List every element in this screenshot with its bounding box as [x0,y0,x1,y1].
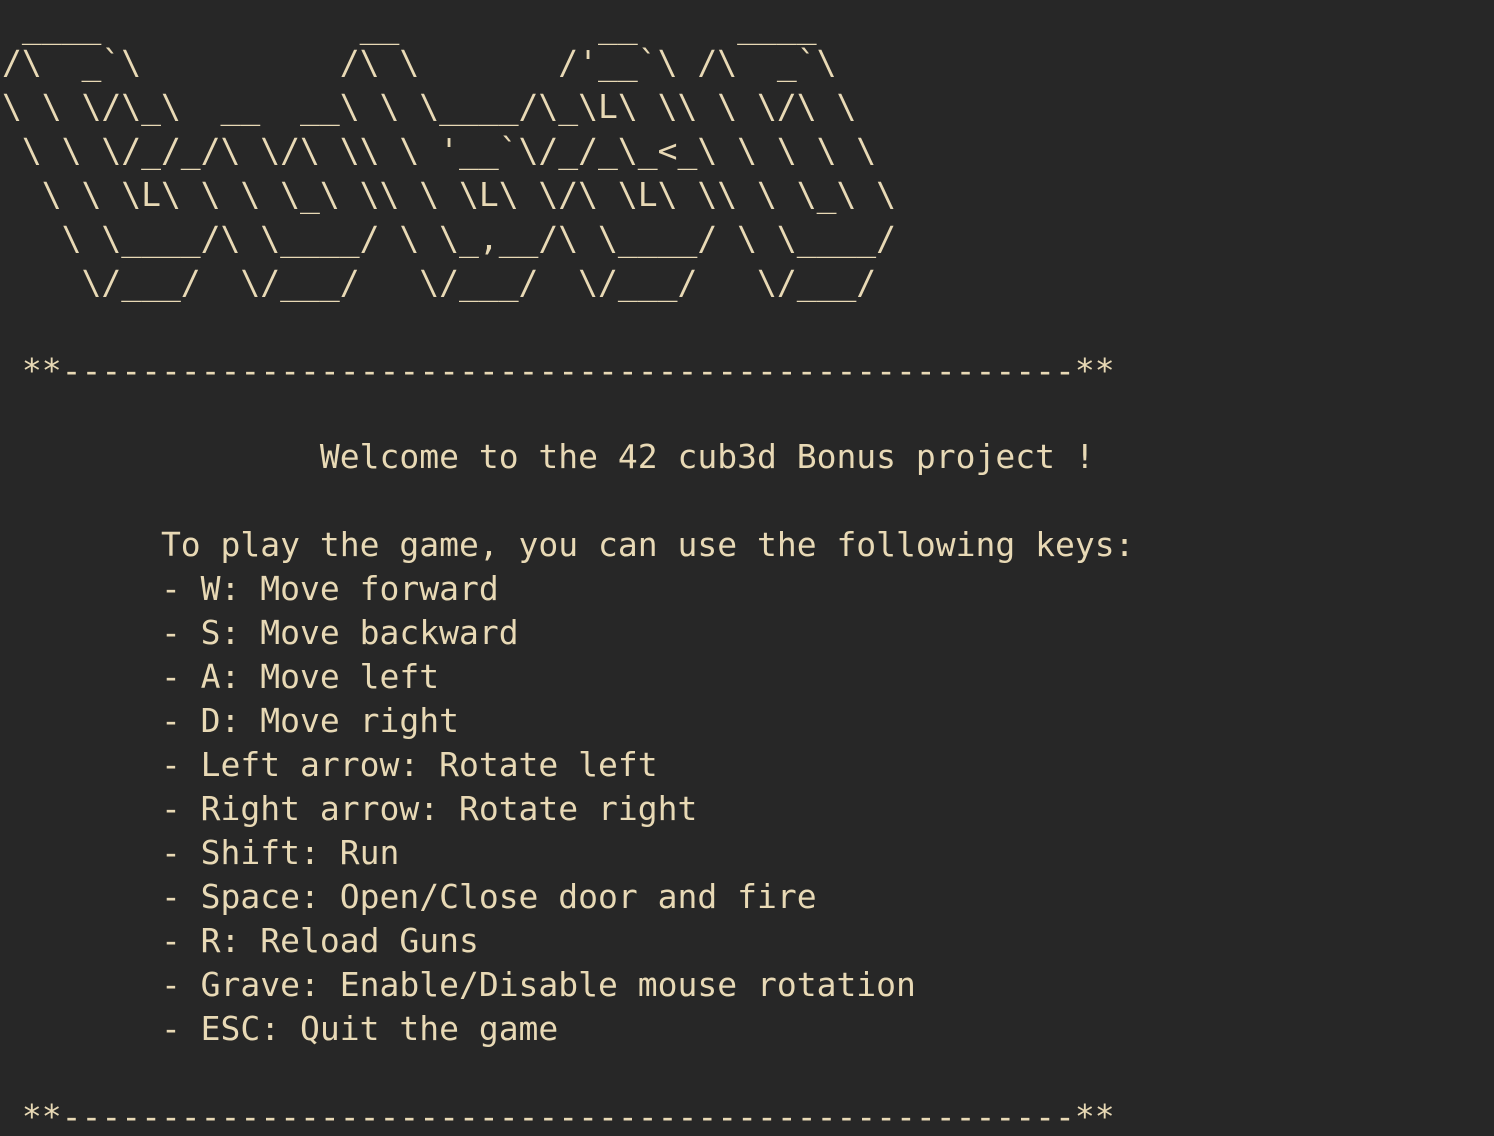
banner-line: \ \ \/\_\ __ __\ \ \____/\_\L\ \\ \ \/\ … [2,87,857,126]
key-binding-item: - Grave: Enable/Disable mouse rotation [2,965,916,1004]
key-binding-item: - A: Move left [2,657,440,696]
key-binding-item: - W: Move forward [2,569,499,608]
banner-line: /\ _`\ /\ \ /'__`\ /\ _`\ [2,43,837,82]
banner-line: \ \____/\ \____/ \ \_,__/\ \____/ \ \___… [2,219,897,258]
separator-top: **--------------------------------------… [2,351,1115,390]
separator-bottom: **--------------------------------------… [2,1097,1115,1136]
banner-line: \ \ \L\ \ \ \_\ \\ \ \L\ \/\ \L\ \\ \ \_… [2,175,897,214]
key-binding-item: - Right arrow: Rotate right [2,789,698,828]
key-binding-item: - Shift: Run [2,833,400,872]
welcome-message: Welcome to the 42 cub3d Bonus project ! [2,437,1095,476]
banner-line: \/___/ \/___/ \/___/ \/___/ \/___/ [2,263,877,302]
key-binding-item: - D: Move right [2,701,459,740]
banner-line: \ \ \/_/_/\ \/\ \\ \ '__`\/_/_\_<_\ \ \ … [2,131,877,170]
controls-intro: To play the game, you can use the follow… [2,525,1135,564]
key-binding-item: - ESC: Quit the game [2,1009,559,1048]
key-binding-item: - Left arrow: Rotate left [2,745,658,784]
key-binding-item: - S: Move backward [2,613,519,652]
key-binding-item: - Space: Open/Close door and fire [2,877,817,916]
key-binding-item: - R: Reload Guns [2,921,479,960]
terminal-window: ____ __ __ ____ /\ _`\ /\ \ /'__`\ /\ _`… [0,0,1494,1136]
